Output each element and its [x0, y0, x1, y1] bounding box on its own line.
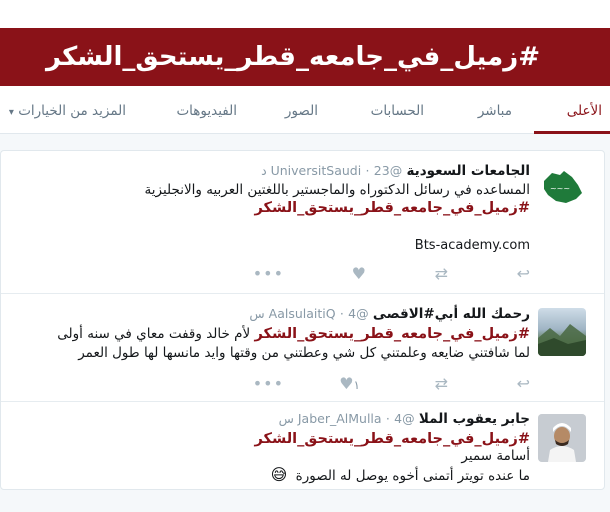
tweet-text-last-line: ما عنده تويتر أتمنى أخوه يوصل له الصورة …: [90, 464, 530, 485]
tweet-actions: ↩ ⇄ ♥ •••: [1, 264, 604, 284]
heart-icon[interactable]: ♥: [352, 264, 366, 284]
tweet-item[interactable]: جابر يعقوب الملا @Jaber_AlMulla · 4 س #ز…: [1, 402, 604, 489]
tab-top[interactable]: الأعلى: [567, 86, 602, 134]
bottom-spacer: [0, 490, 610, 512]
spacer: [0, 134, 610, 150]
tab-videos-label: الفيديوهات: [176, 103, 237, 119]
tweet-item[interactable]: رحمك الله أبي#الاقصى @AalsulaitiQ · 4 س …: [1, 294, 604, 402]
avatar[interactable]: [538, 308, 586, 356]
tweet-content: الجامعات السعودية @UniversitSaudi · 23 د…: [90, 162, 530, 254]
hashtag-link[interactable]: #زميل_في_جامعه_قطر_يستحق_الشكر: [255, 326, 531, 342]
avatar[interactable]: [538, 414, 586, 462]
sweat-smile-emoji-icon: 😅: [270, 464, 288, 484]
tweet-text: المساعده في رسائل الدكتوراه والماجستير ب…: [144, 182, 530, 198]
tweet-content: رحمك الله أبي#الاقصى @AalsulaitiQ · 4 س …: [57, 305, 531, 362]
reply-icon[interactable]: ↩: [517, 374, 530, 394]
tab-live[interactable]: مباشر: [478, 86, 512, 134]
retweet-icon[interactable]: ⇄: [435, 374, 448, 394]
tab-top-label: الأعلى: [566, 103, 602, 119]
tab-accounts-label: الحسابات: [370, 103, 424, 119]
hashtag-link[interactable]: #زميل_في_جامعه_قطر_يستحق_الشكر: [90, 430, 531, 448]
tab-more-options-label: المزيد من الخيارات: [18, 103, 126, 119]
tab-photos[interactable]: الصور: [285, 86, 318, 134]
tab-photos-label: الصور: [284, 103, 318, 119]
tweet-url-line: Bts-academy.com: [90, 237, 530, 255]
hashtag-link[interactable]: #زميل_في_جامعه_قطر_يستحق_الشكر: [90, 199, 531, 217]
tab-accounts[interactable]: الحسابات: [371, 86, 424, 134]
more-icon[interactable]: •••: [253, 374, 284, 394]
tweet-header: جابر يعقوب الملا @Jaber_AlMulla · 4 س: [90, 410, 530, 428]
svg-text:~~~: ~~~: [550, 184, 570, 193]
user-name[interactable]: رحمك الله أبي#الاقصى: [373, 306, 530, 322]
user-name[interactable]: الجامعات السعودية: [406, 163, 530, 179]
tweet-timeline: ~~~ الجامعات السعودية @UniversitSaudi · …: [0, 150, 605, 490]
tweet-url-link[interactable]: Bts-academy.com: [415, 238, 530, 253]
landscape-icon: [538, 324, 586, 356]
hashtag-banner: #زميل_في_جامعه_قطر_يستحق_الشكر: [0, 28, 610, 86]
person-avatar-icon: [538, 414, 586, 462]
separator-dot: ·: [365, 163, 370, 178]
search-tabs: الأعلى مباشر الحسابات الصور الفيديوهات ا…: [0, 86, 610, 134]
tweet-item[interactable]: ~~~ الجامعات السعودية @UniversitSaudi · …: [1, 151, 604, 294]
like-button[interactable]: ♥١: [339, 374, 366, 394]
tweet-actions: ↩ ⇄ ♥١ •••: [1, 374, 604, 394]
tab-videos[interactable]: الفيديوهات: [176, 86, 237, 134]
reply-icon[interactable]: ↩: [517, 264, 530, 284]
avatar[interactable]: ~~~: [538, 163, 586, 211]
tab-more-options[interactable]: المزيد من الخيارات ▾: [9, 86, 126, 134]
separator-dot: ·: [385, 411, 390, 426]
tweet-text: لما شافتني ضايعه وعلمتني كل شي وعطتني من…: [78, 345, 530, 361]
chevron-down-icon: ▾: [8, 107, 14, 118]
user-name[interactable]: جابر يعقوب الملا: [419, 411, 530, 427]
saudi-map-icon: ~~~: [544, 171, 582, 203]
tab-live-label: مباشر: [477, 103, 512, 119]
top-strip: [0, 0, 610, 28]
tweet-text: ما عنده تويتر أتمنى أخوه يوصل له الصورة: [295, 467, 530, 484]
more-icon[interactable]: •••: [253, 264, 284, 284]
retweet-icon[interactable]: ⇄: [435, 264, 448, 284]
tweet-header: رحمك الله أبي#الاقصى @AalsulaitiQ · 4 س: [90, 305, 530, 323]
like-count: ١: [353, 378, 360, 392]
banner-title: #زميل_في_جامعه_قطر_يستحق_الشكر: [46, 42, 540, 72]
tweet-header: الجامعات السعودية @UniversitSaudi · 23 د: [90, 162, 530, 180]
tweet-text-first-line: #زميل_في_جامعه_قطر_يستحق_الشكر لأم خالد …: [57, 325, 531, 343]
tweet-text-lead: لأم خالد وقفت معاي في سنه أولى: [57, 326, 255, 342]
separator-dot: ·: [339, 306, 344, 321]
tweet-text: أسامة سمير: [461, 448, 530, 464]
tweet-content: جابر يعقوب الملا @Jaber_AlMulla · 4 س #ز…: [90, 410, 531, 485]
heart-icon: ♥: [339, 374, 354, 393]
